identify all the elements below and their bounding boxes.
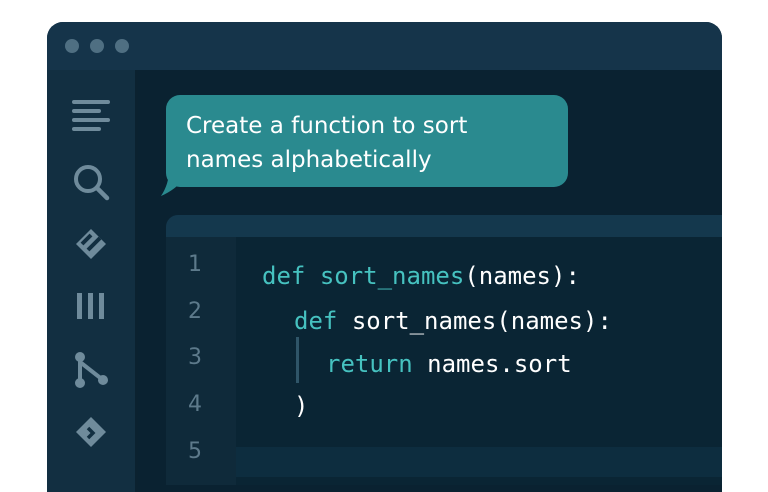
keyword: def [262,262,306,290]
columns-icon[interactable] [71,286,111,326]
activity-sidebar [47,70,138,492]
source-control-diamond-icon[interactable] [71,224,111,264]
bubble-tail [161,170,185,196]
code-area[interactable]: def sort_names(names): def sort_names(na… [236,237,722,485]
code-line-4: ) [294,392,308,420]
window-dot-minimize[interactable] [90,39,104,53]
prompt-bubble: Create a function to sort names alphabet… [166,95,568,187]
extension-diamond-icon[interactable] [71,412,111,452]
function-name: sort_names [319,262,465,290]
function-name: sort_names [351,307,497,335]
indent-guide [296,337,299,383]
keyword: def [294,307,338,335]
line-number: 1 [188,252,202,277]
code-text: (names): [496,307,612,335]
search-icon[interactable] [71,162,111,202]
line-number-gutter: 1 2 3 4 5 [166,237,236,485]
code-line-1: def sort_names(names): [262,262,580,290]
line-number: 3 [188,345,202,370]
editor-tab-strip [166,215,722,237]
code-text: (names): [464,262,580,290]
git-branch-icon[interactable] [71,350,111,390]
code-text: ) [294,392,309,420]
editor-bottom-strip [236,447,722,477]
prompt-line-2: names alphabetically [186,147,432,173]
code-line-2: def sort_names(names): [294,307,612,335]
line-number: 2 [188,299,202,324]
main-pane: Create a function to sort names alphabet… [138,70,722,492]
window-dot-maximize[interactable] [115,39,129,53]
code-line-3: return names.sort [326,350,572,378]
explorer-lines-icon[interactable] [71,96,111,136]
editor-window: Create a function to sort names alphabet… [47,22,722,492]
prompt-line-1: Create a function to sort [186,113,468,139]
code-editor[interactable]: 1 2 3 4 5 def sort_names(names): def sor… [166,215,722,485]
line-number: 4 [188,392,202,417]
keyword: return [326,350,413,378]
code-text: names.sort [427,350,572,378]
line-number: 5 [188,439,202,464]
title-bar [47,22,722,70]
window-dot-close[interactable] [65,39,79,53]
